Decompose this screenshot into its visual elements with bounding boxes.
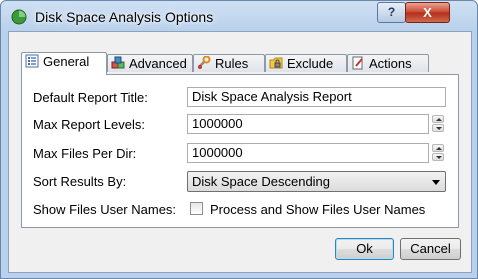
sort-dropdown-value: Disk Space Descending [192, 174, 331, 189]
tab-exclude[interactable]: Exclude [265, 54, 347, 72]
report-levels-label: Max Report Levels: [33, 117, 145, 132]
show-names-checkbox-label[interactable]: Process and Show Files User Names [210, 202, 425, 217]
files-per-dir-spinner[interactable] [431, 143, 445, 163]
document-pen-icon [352, 56, 363, 70]
cancel-button[interactable]: Cancel [400, 238, 461, 260]
window-title: Disk Space Analysis Options [35, 9, 214, 25]
show-names-checkbox[interactable] [190, 202, 203, 215]
tab-rules[interactable]: Rules [193, 54, 265, 72]
title-bar[interactable]: Disk Space Analysis Options ? X [1, 1, 477, 31]
report-levels-input[interactable]: 1000000 [187, 114, 429, 134]
spin-up-icon[interactable] [432, 144, 444, 152]
tab-rules-label: Rules [215, 56, 249, 71]
general-panel: Default Report Title: Disk Space Analysi… [21, 74, 459, 228]
report-levels-spinner[interactable] [431, 114, 445, 134]
files-per-dir-input[interactable]: 1000000 [187, 143, 429, 163]
show-names-label: Show Files User Names: [33, 202, 177, 217]
tab-general[interactable]: General [21, 52, 107, 75]
dialog-window: Disk Space Analysis Options ? X General … [0, 0, 478, 279]
report-title-input[interactable]: Disk Space Analysis Report [187, 87, 446, 107]
chevron-down-icon [432, 180, 440, 185]
folder-lock-icon [269, 57, 283, 69]
files-per-dir-label: Max Files Per Dir: [33, 146, 137, 161]
list-icon [25, 54, 39, 68]
cubes-icon [111, 56, 125, 69]
app-disk-icon [11, 9, 27, 25]
tab-general-label: General [43, 54, 90, 69]
wrench-icon [198, 56, 211, 69]
spin-up-icon[interactable] [432, 115, 444, 123]
sort-dropdown[interactable]: Disk Space Descending [187, 171, 446, 192]
spin-down-icon[interactable] [432, 153, 444, 161]
help-button[interactable]: ? [377, 2, 406, 23]
tab-actions[interactable]: Actions [347, 54, 429, 72]
report-title-label: Default Report Title: [33, 90, 148, 105]
ok-button[interactable]: Ok [335, 238, 394, 260]
sort-label: Sort Results By: [33, 174, 127, 189]
spin-down-icon[interactable] [432, 124, 444, 132]
tab-advanced[interactable]: Advanced [107, 54, 193, 72]
tab-advanced-label: Advanced [129, 56, 187, 71]
dialog-body: General Advanced Rules Exclude Actions D… [8, 31, 472, 273]
tab-exclude-label: Exclude [287, 56, 334, 71]
tab-actions-label: Actions [369, 56, 412, 71]
close-button[interactable]: X [405, 2, 450, 23]
